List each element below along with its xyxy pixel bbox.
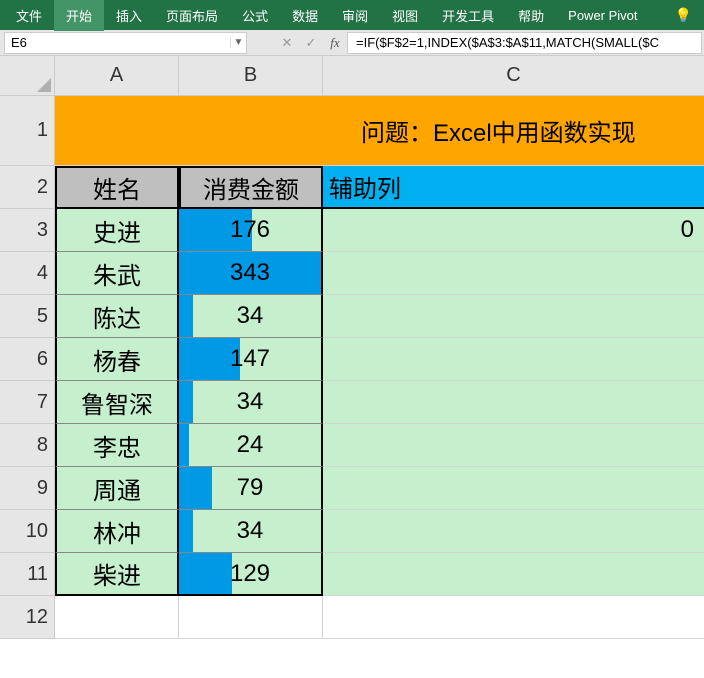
cell-amount[interactable]: 147 [179, 338, 323, 381]
cell-amount[interactable]: 79 [179, 467, 323, 510]
title-cell[interactable]: 问题：Excel中用函数实现 [55, 96, 704, 166]
lightbulb-icon[interactable]: 💡 [667, 7, 700, 24]
header-name[interactable]: 姓名 [55, 166, 179, 209]
cells-area: 问题：Excel中用函数实现 姓名 消费金额 辅助列 史进1760 朱武343陈达… [55, 96, 704, 639]
row-header[interactable]: 9 [0, 467, 55, 510]
cell-helper[interactable]: 0 [323, 209, 704, 252]
cell-helper[interactable] [323, 424, 704, 467]
cell[interactable] [323, 596, 704, 639]
tab-file[interactable]: 文件 [4, 0, 54, 31]
cell-helper[interactable] [323, 381, 704, 424]
databar [179, 381, 193, 423]
formula-input[interactable] [347, 32, 702, 54]
cell-helper[interactable] [323, 252, 704, 295]
cell-amount[interactable]: 34 [179, 381, 323, 424]
tab-review[interactable]: 审阅 [330, 0, 380, 31]
ribbon: 文件 开始 插入 页面布局 公式 数据 审阅 视图 开发工具 帮助 Power … [0, 0, 704, 30]
cell-name[interactable]: 林冲 [55, 510, 179, 553]
tab-insert[interactable]: 插入 [104, 0, 154, 31]
row-header[interactable]: 12 [0, 596, 55, 639]
row-header[interactable]: 8 [0, 424, 55, 467]
row-header[interactable]: 10 [0, 510, 55, 553]
header-helper[interactable]: 辅助列 [323, 166, 704, 209]
cell-name[interactable]: 周通 [55, 467, 179, 510]
tab-formulas[interactable]: 公式 [230, 0, 280, 31]
column-headers: A B C [55, 56, 704, 96]
cell-helper[interactable] [323, 553, 704, 596]
row-header[interactable]: 2 [0, 166, 55, 209]
cell[interactable] [179, 596, 323, 639]
cell-amount[interactable]: 176 [179, 209, 323, 252]
col-header-a[interactable]: A [55, 56, 179, 96]
cell-name[interactable]: 陈达 [55, 295, 179, 338]
row-headers: 1 2 3 4 5 6 7 8 9 10 11 12 [0, 96, 55, 639]
databar [179, 510, 193, 552]
cell-amount[interactable]: 343 [179, 252, 323, 295]
row-header[interactable]: 6 [0, 338, 55, 381]
tab-home[interactable]: 开始 [54, 0, 104, 31]
select-all-corner[interactable] [0, 56, 55, 96]
formula-bar: ▼ ✕ ✓ fx [0, 30, 704, 56]
row-header[interactable]: 5 [0, 295, 55, 338]
row-header[interactable]: 4 [0, 252, 55, 295]
fx-icon[interactable]: fx [323, 35, 347, 51]
cell-helper[interactable] [323, 467, 704, 510]
enter-icon[interactable]: ✓ [299, 35, 323, 51]
cell-helper[interactable] [323, 295, 704, 338]
cell-name[interactable]: 杨春 [55, 338, 179, 381]
cell-amount[interactable]: 34 [179, 510, 323, 553]
row-header[interactable]: 11 [0, 553, 55, 596]
row-header[interactable]: 3 [0, 209, 55, 252]
databar [179, 553, 232, 594]
name-box-dropdown-icon[interactable]: ▼ [230, 37, 246, 48]
databar [179, 424, 189, 466]
cancel-icon[interactable]: ✕ [275, 35, 299, 51]
tab-help[interactable]: 帮助 [506, 0, 556, 31]
cell-amount[interactable]: 24 [179, 424, 323, 467]
row-header[interactable]: 1 [0, 96, 55, 166]
tab-data[interactable]: 数据 [280, 0, 330, 31]
cell-name[interactable]: 柴进 [55, 553, 179, 596]
databar [179, 467, 212, 509]
col-header-c[interactable]: C [323, 56, 704, 96]
row-header[interactable]: 7 [0, 381, 55, 424]
cell[interactable] [55, 596, 179, 639]
cell-name[interactable]: 鲁智深 [55, 381, 179, 424]
databar [179, 295, 193, 337]
cell-helper[interactable] [323, 338, 704, 381]
cell-amount[interactable]: 34 [179, 295, 323, 338]
cell-name[interactable]: 李忠 [55, 424, 179, 467]
tab-developer[interactable]: 开发工具 [430, 0, 506, 31]
header-amount[interactable]: 消费金额 [179, 166, 323, 209]
cell-amount[interactable]: 129 [179, 553, 323, 596]
tab-page-layout[interactable]: 页面布局 [154, 0, 230, 31]
tab-power-pivot[interactable]: Power Pivot [556, 2, 649, 29]
col-header-b[interactable]: B [179, 56, 323, 96]
name-box[interactable]: ▼ [4, 32, 247, 54]
cell-name[interactable]: 史进 [55, 209, 179, 252]
cell-helper[interactable] [323, 510, 704, 553]
tab-view[interactable]: 视图 [380, 0, 430, 31]
cell-name[interactable]: 朱武 [55, 252, 179, 295]
name-box-input[interactable] [5, 33, 230, 53]
